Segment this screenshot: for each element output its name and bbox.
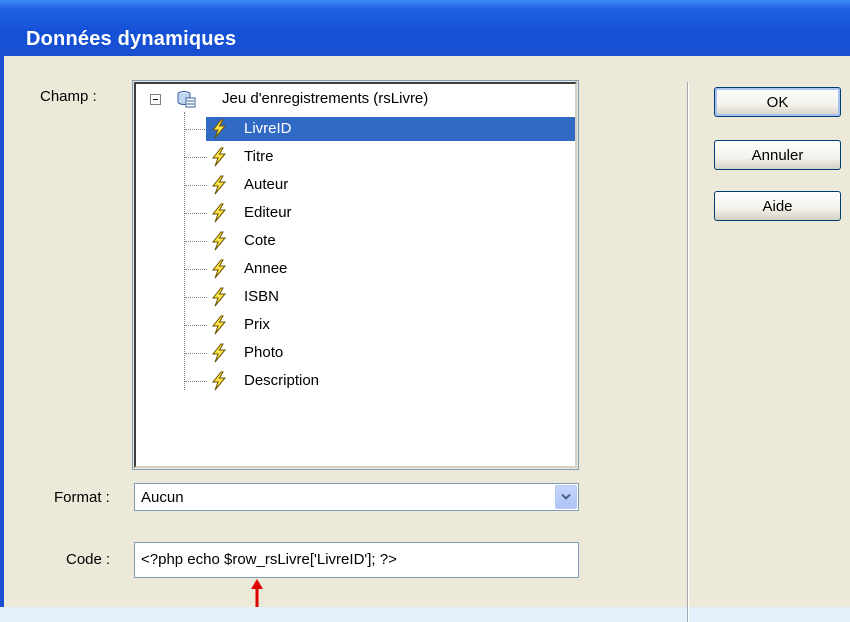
window-title: Données dynamiques [26, 28, 237, 50]
tree-connector [185, 353, 207, 354]
vertical-separator [687, 82, 689, 622]
tree-item-label: Auteur [244, 176, 289, 193]
tree-item-photo[interactable]: Photo [206, 341, 575, 365]
tree-item-isbn[interactable]: ISBN [206, 285, 575, 309]
title-bar[interactable]: Données dynamiques [0, 0, 850, 56]
tree-connector [185, 381, 207, 382]
tree-item-editeur[interactable]: Editeur [206, 201, 575, 225]
tree-item-label: Prix [244, 316, 270, 333]
collapse-toggle-icon[interactable] [150, 94, 161, 105]
tree-item-label: Cote [244, 232, 276, 249]
tree-item-label: ISBN [244, 288, 280, 305]
tree-connector [185, 297, 207, 298]
lightning-bolt-icon [211, 371, 227, 391]
tree-item-prix[interactable]: Prix [206, 313, 575, 337]
help-button[interactable]: Aide [714, 191, 841, 221]
cancel-button[interactable]: Annuler [714, 140, 841, 170]
lightning-bolt-icon [211, 287, 227, 307]
lightning-bolt-icon [211, 119, 227, 139]
code-field[interactable]: <?php echo $row_rsLivre['LivreID']; ?> [134, 542, 579, 578]
tree-connector [185, 269, 207, 270]
tree-item-cote[interactable]: Cote [206, 229, 575, 253]
tree-item-titre[interactable]: Titre [206, 145, 575, 169]
format-select-value: Aucun [141, 489, 184, 506]
tree-item-livreid[interactable]: LivreID [206, 117, 575, 141]
champ-label: Champ : [40, 88, 97, 105]
chevron-down-icon[interactable] [555, 485, 577, 509]
code-label: Code : [66, 551, 111, 568]
lightning-bolt-icon [211, 343, 227, 363]
lightning-bolt-icon [211, 231, 227, 251]
format-select[interactable]: Aucun [134, 483, 579, 511]
lightning-bolt-icon [211, 175, 227, 195]
lightning-bolt-icon [211, 315, 227, 335]
tree-item-label: Photo [244, 344, 284, 361]
recordset-label[interactable]: Jeu d'enregistrements (rsLivre) [222, 90, 428, 107]
field-tree[interactable]: Jeu d'enregistrements (rsLivre) LivreID … [134, 82, 577, 468]
code-field-value: <?php echo $row_rsLivre['LivreID']; ?> [141, 551, 397, 568]
format-label: Format : [54, 489, 110, 506]
tree-item-auteur[interactable]: Auteur [206, 173, 575, 197]
tree-connector [185, 157, 207, 158]
tree-item-label: Annee [244, 260, 288, 277]
tree-connector [185, 185, 207, 186]
tree-connector [185, 325, 207, 326]
tree-item-label: Editeur [244, 204, 292, 221]
tree-item-label: Description [244, 372, 320, 389]
tree-connector [185, 213, 207, 214]
tree-item-label: Titre [244, 148, 274, 165]
lightning-bolt-icon [211, 147, 227, 167]
dynamic-data-dialog: Données dynamiques Champ : Jeu d'enregis… [0, 0, 850, 622]
tree-connector [184, 112, 185, 390]
ok-button[interactable]: OK [714, 87, 841, 117]
recordset-icon [177, 91, 196, 108]
tree-connector [185, 241, 207, 242]
tree-connector [185, 129, 207, 130]
tree-item-description[interactable]: Description [206, 369, 575, 393]
tree-item-annee[interactable]: Annee [206, 257, 575, 281]
tree-item-label: LivreID [244, 120, 292, 137]
annotation-arrow-icon [251, 579, 263, 607]
lightning-bolt-icon [211, 259, 227, 279]
lightning-bolt-icon [211, 203, 227, 223]
